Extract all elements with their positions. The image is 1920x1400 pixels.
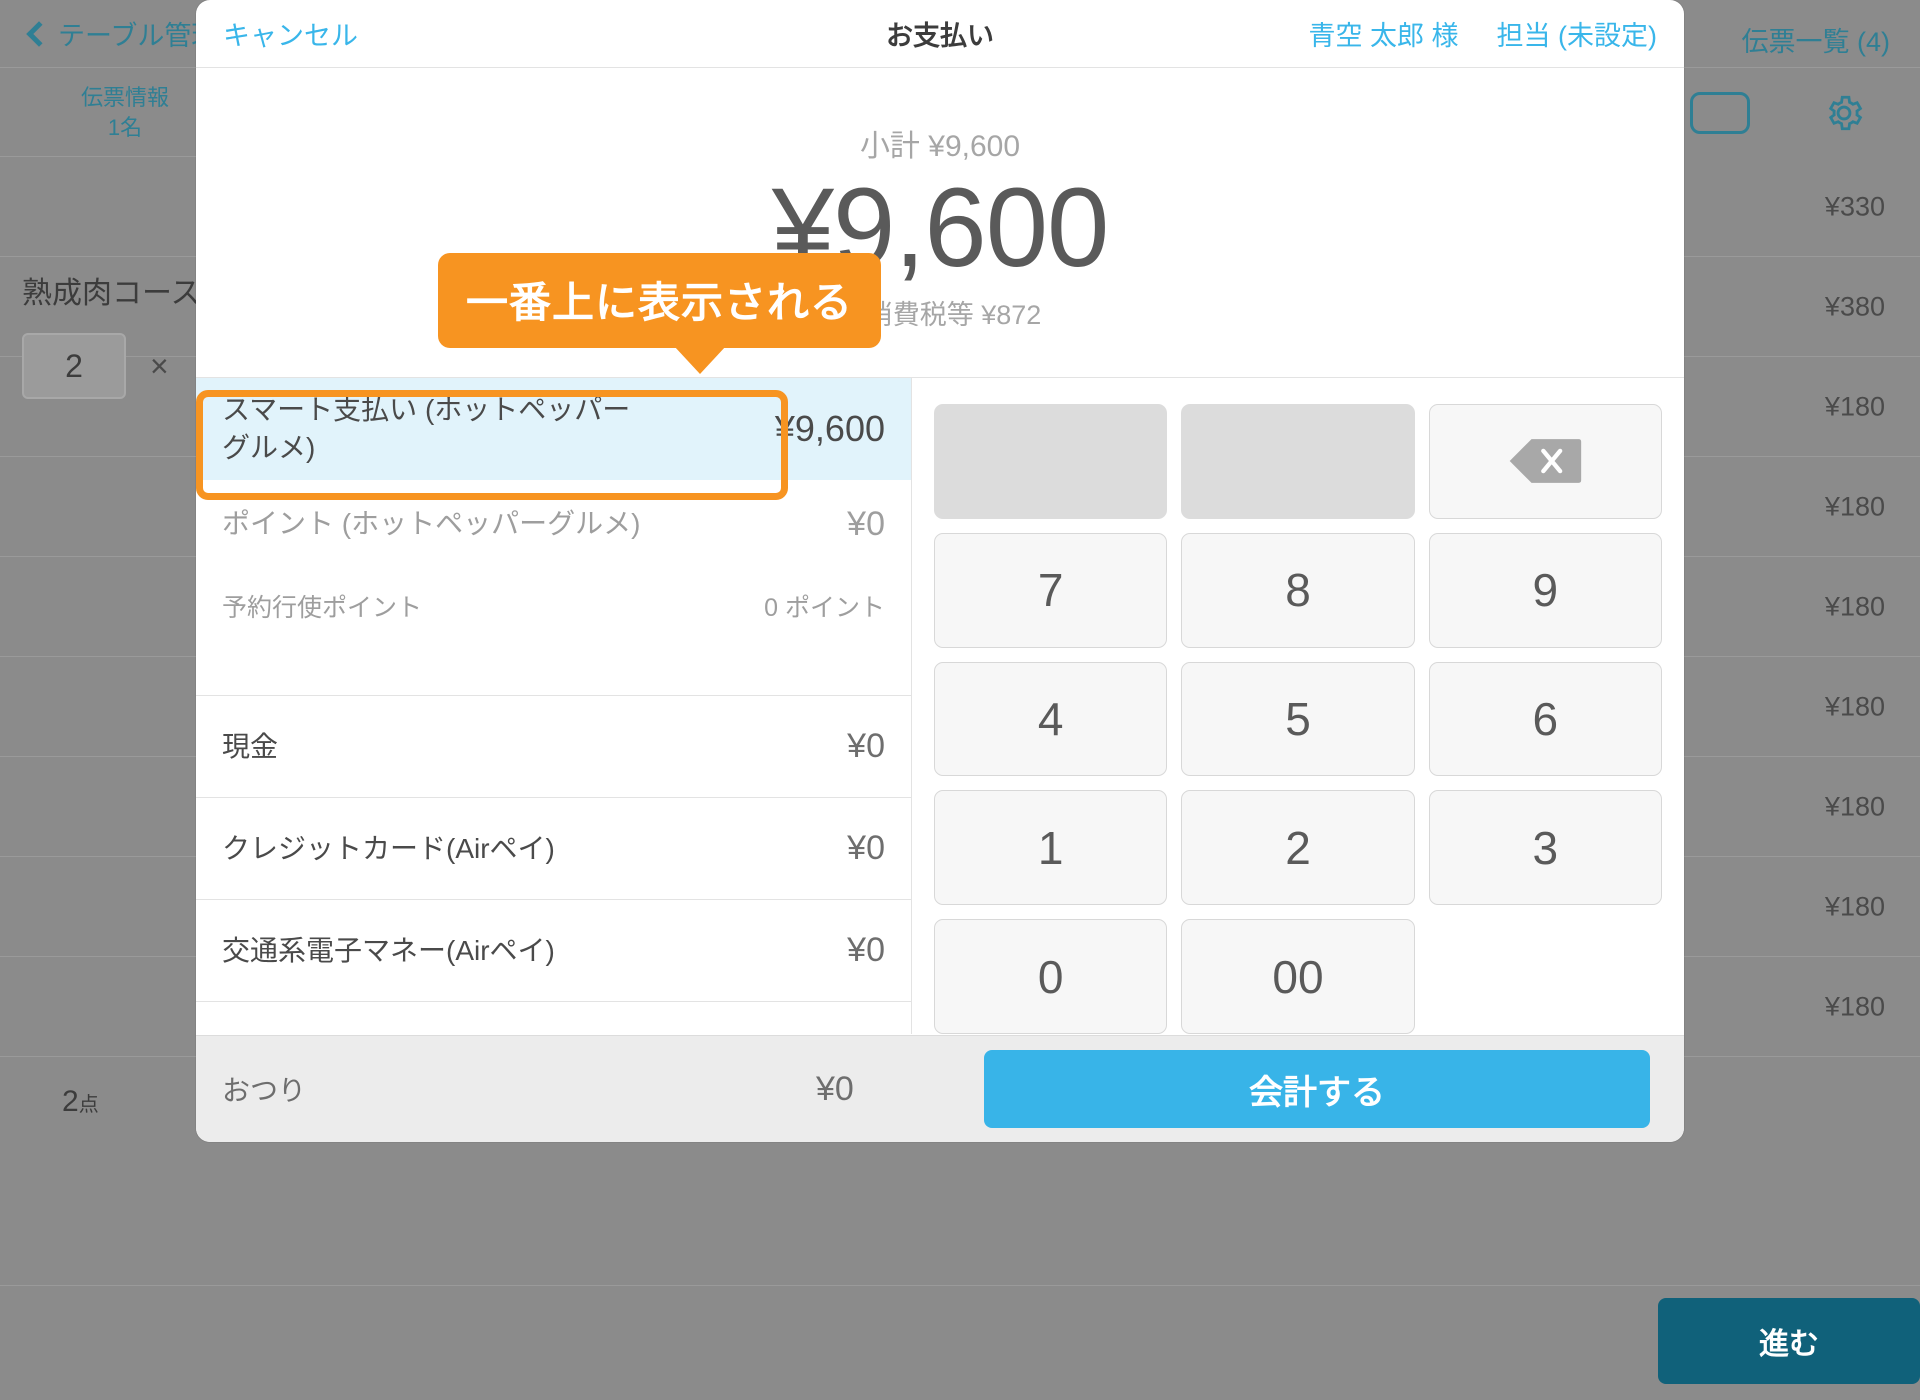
checkout-button[interactable]: 会計する	[984, 1050, 1650, 1128]
keypad-key-8[interactable]: 8	[1181, 532, 1415, 648]
row-price: ¥180	[1824, 891, 1885, 921]
subtotal-line: 小計 ¥9,600	[860, 121, 1020, 165]
gear-icon[interactable]	[1823, 92, 1865, 134]
payment-method-points[interactable]: ポイント (ホットペッパーグルメ) ¥0	[196, 480, 911, 568]
backspace-icon	[1509, 439, 1582, 484]
payment-method-amount: ¥0	[847, 727, 885, 765]
next-button[interactable]: 進む	[1658, 1298, 1920, 1384]
change-amount: ¥0	[816, 1069, 854, 1108]
payment-method-amount: ¥9,600	[774, 408, 885, 449]
row-price: ¥180	[1824, 591, 1885, 621]
payment-method-label: 現金	[222, 730, 279, 762]
row-price: ¥180	[1824, 391, 1885, 421]
payment-method-smart-pay[interactable]: スマート支払い (ホットペッパーグルメ) ¥9,600	[196, 378, 911, 480]
subtotal-label: 小計	[859, 130, 920, 164]
payment-method-amount: ¥0	[847, 931, 885, 969]
reserved-points-label: 予約行使ポイント	[222, 594, 423, 622]
list-divider	[196, 644, 911, 696]
customer-name-button[interactable]: 青空 太郎 様	[1309, 14, 1459, 53]
receipt-info-title: 伝票情報	[80, 84, 169, 110]
keypad-blank-2	[1181, 404, 1415, 519]
row-price: ¥180	[1824, 691, 1885, 721]
payment-modal-body: スマート支払い (ホットペッパーグルメ) ¥9,600 ポイント (ホットペッパ…	[196, 378, 1684, 1034]
payment-method-amount: ¥0	[847, 829, 885, 867]
keypad-key-00[interactable]: 00	[1181, 919, 1415, 1034]
row-price: ¥180	[1824, 491, 1885, 521]
change-label: おつり	[222, 1075, 307, 1106]
keypad-key-3[interactable]: 3	[1428, 790, 1662, 906]
keypad-key-0[interactable]: 0	[934, 919, 1168, 1034]
tooltip-callout: 一番上に表示される	[438, 253, 882, 374]
background-footer-bar	[0, 1285, 1920, 1400]
header-right-group: 青空 太郎 様 担当 (未設定)	[1309, 14, 1658, 53]
keypad-key-9[interactable]: 9	[1428, 532, 1662, 648]
item-count-value: 2	[62, 1085, 79, 1118]
keypad-key-1[interactable]: 1	[934, 790, 1168, 906]
keypad-key-4[interactable]: 4	[934, 661, 1168, 777]
keypad-key-2[interactable]: 2	[1181, 790, 1415, 906]
numeric-keypad: 7 8 9 4 5 6 1 2 3 0 00	[912, 378, 1684, 1034]
receipt-info-guests: 1名	[107, 114, 143, 140]
payment-modal: キャンセル お支払い 青空 太郎 様 担当 (未設定) 小計 ¥9,600 ¥9…	[196, 0, 1684, 1142]
payment-method-label: ポイント (ホットペッパーグルメ)	[222, 508, 641, 540]
totals-section: 小計 ¥9,600 ¥9,600 内消費税等 ¥872	[196, 68, 1684, 378]
payment-method-label: 交通系電子マネー(Airペイ)	[222, 934, 555, 966]
payment-method-list: スマート支払い (ホットペッパーグルメ) ¥9,600 ポイント (ホットペッパ…	[196, 378, 912, 1034]
payment-method-label: スマート支払い (ホットペッパーグルメ)	[222, 394, 631, 463]
back-to-table-management-button[interactable]: テーブル管理	[26, 14, 219, 53]
receipt-list-button[interactable]: 伝票一覧 (4)	[1742, 20, 1891, 59]
payment-modal-footer: おつり ¥0 会計する	[196, 1035, 1684, 1142]
keypad-backspace-button[interactable]	[1428, 404, 1662, 519]
keypad-key-5[interactable]: 5	[1181, 661, 1415, 777]
item-count-label: 2点	[62, 1085, 99, 1119]
keypad-key-6[interactable]: 6	[1428, 661, 1662, 777]
subtotal-value: ¥9,600	[928, 130, 1021, 164]
keypad-key-7[interactable]: 7	[934, 532, 1168, 648]
back-label: テーブル管理	[58, 21, 219, 51]
multiply-icon: ×	[150, 348, 169, 384]
reserved-points-row: 予約行使ポイント 0 ポイント	[196, 568, 911, 644]
payment-method-amount: ¥0	[847, 504, 885, 543]
payment-method-label: クレジットカード(Airペイ)	[222, 832, 555, 864]
payment-method-cash[interactable]: 現金 ¥0	[196, 696, 911, 798]
keypad-blank-1	[934, 404, 1168, 519]
background-pill-button[interactable]	[1690, 92, 1750, 134]
tax-value: ¥872	[981, 299, 1042, 330]
keypad-empty-cell	[1429, 919, 1662, 1034]
row-price: ¥330	[1824, 191, 1885, 221]
item-count-unit: 点	[78, 1094, 99, 1116]
staff-assign-button[interactable]: 担当 (未設定)	[1497, 14, 1657, 53]
reserved-points-value: 0 ポイント	[764, 594, 885, 622]
chevron-left-icon	[26, 20, 52, 47]
payment-modal-header: キャンセル お支払い 青空 太郎 様 担当 (未設定)	[196, 0, 1684, 68]
row-price: ¥180	[1824, 991, 1885, 1021]
payment-method-credit-card[interactable]: クレジットカード(Airペイ) ¥0	[196, 798, 911, 900]
payment-method-transit-emoney[interactable]: 交通系電子マネー(Airペイ) ¥0	[196, 900, 911, 1002]
row-price: ¥380	[1824, 291, 1885, 321]
order-item-name: 熟成肉コース	[22, 277, 201, 310]
row-price: ¥180	[1824, 791, 1885, 821]
quantity-stepper[interactable]: 2	[22, 333, 126, 399]
